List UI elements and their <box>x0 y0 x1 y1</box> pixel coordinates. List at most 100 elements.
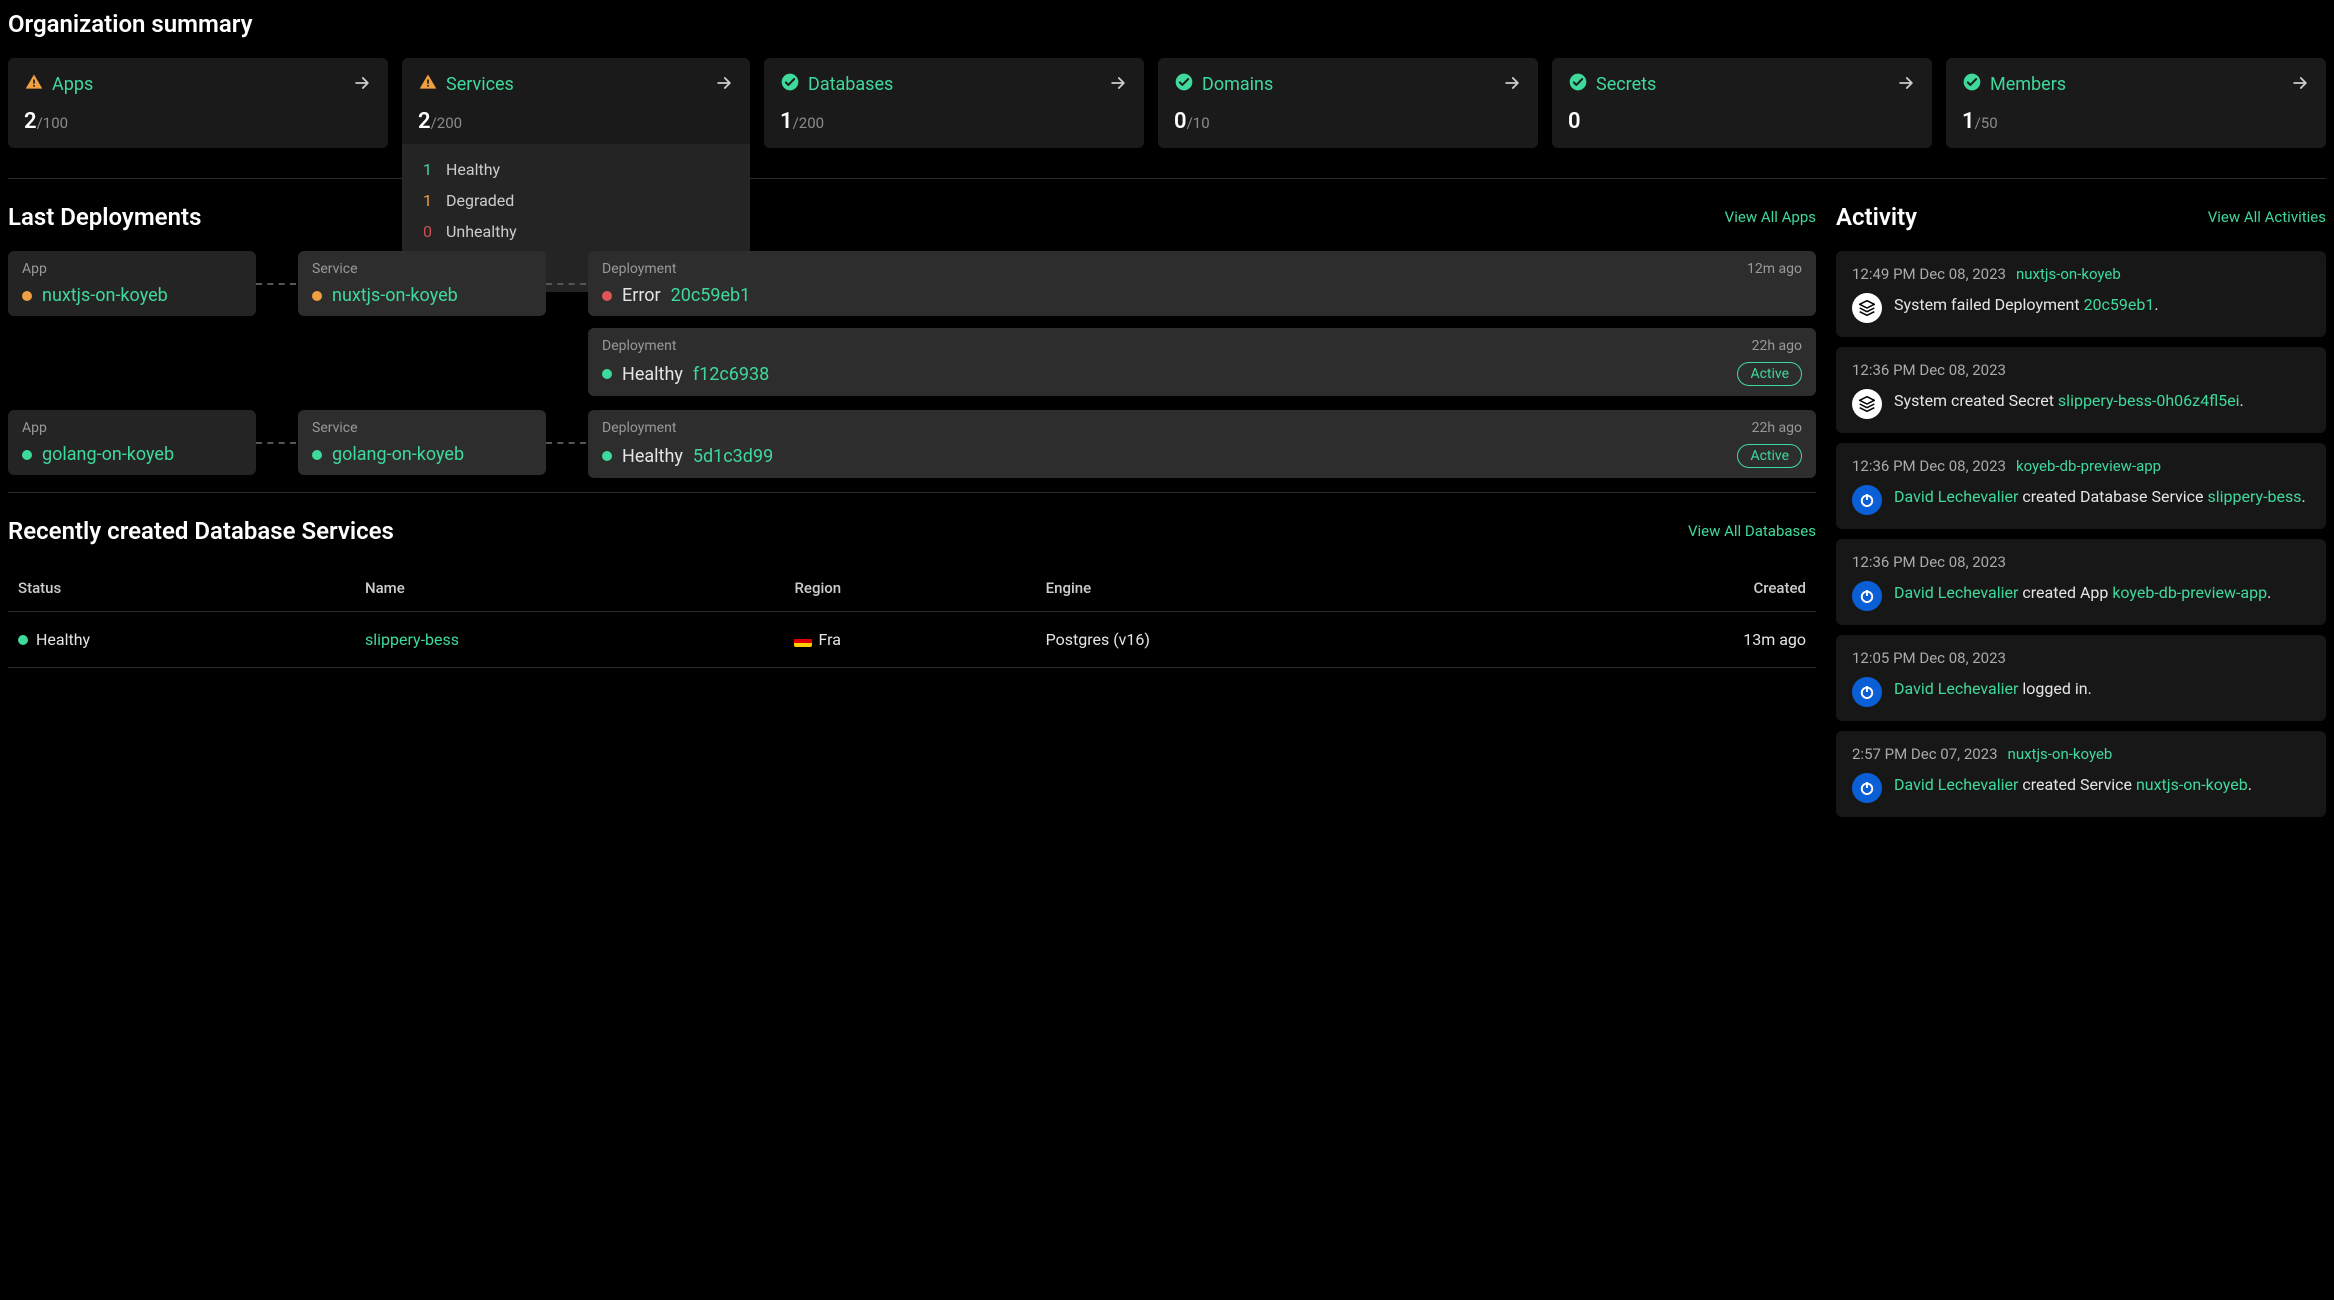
summary-count: 2 <box>24 109 37 134</box>
activity-context-link[interactable]: nuxtjs-on-koyeb <box>2016 265 2121 283</box>
dropdown-row-unhealthy[interactable]: 0Unhealthy <box>418 216 734 247</box>
deployment-id-link[interactable]: 5d1c3d99 <box>693 446 773 467</box>
deployment-state: Error <box>622 285 661 306</box>
check-circle-icon <box>780 72 800 97</box>
summary-card-label: Members <box>1990 74 2066 95</box>
activity-link[interactable]: koyeb-db-preview-app <box>2112 583 2267 602</box>
app-card[interactable]: App nuxtjs-on-koyeb <box>8 251 256 316</box>
view-all-activities-link[interactable]: View All Activities <box>2208 208 2326 226</box>
page-title: Organization summary <box>8 10 2326 38</box>
summary-count: 0 <box>1568 109 1581 134</box>
summary-card-databases[interactable]: Databases 1/200 <box>764 58 1144 148</box>
activity-timestamp: 2:57 PM Dec 07, 2023 <box>1852 745 1998 763</box>
status-dot-icon <box>312 291 322 301</box>
status-dot-icon <box>602 291 612 301</box>
activity-link[interactable]: 20c59eb1 <box>2084 295 2155 314</box>
activity-timestamp: 12:36 PM Dec 08, 2023 <box>1852 553 2006 571</box>
deployment-id-link[interactable]: f12c6938 <box>693 364 769 385</box>
flag-de-icon <box>794 635 812 647</box>
deployment-card[interactable]: Deployment22h ago Healthy5d1c3d99 Active <box>588 410 1816 478</box>
activity-timestamp: 12:36 PM Dec 08, 2023 <box>1852 361 2006 379</box>
summary-card-members[interactable]: Members 1/50 <box>1946 58 2326 148</box>
activity-link[interactable]: nuxtjs-on-koyeb <box>2136 775 2248 794</box>
summary-limit: /100 <box>37 114 68 132</box>
activity-text: David Lechevalier created App koyeb-db-p… <box>1894 581 2310 605</box>
arrow-right-icon <box>1108 73 1128 97</box>
summary-limit: /200 <box>793 114 824 132</box>
activity-text: David Lechevalier logged in. <box>1894 677 2310 701</box>
app-card[interactable]: App golang-on-koyeb <box>8 410 256 475</box>
card-label: Deployment <box>602 261 676 277</box>
table-row[interactable]: Healthy slippery-bess Fra Postgres (v16)… <box>8 612 1816 668</box>
arrow-right-icon <box>1502 73 1522 97</box>
service-name-link[interactable]: nuxtjs-on-koyeb <box>332 285 458 306</box>
activity-link[interactable]: slippery-bess-0h06z4fl5ei <box>2058 391 2240 410</box>
connector-line <box>256 283 296 285</box>
view-all-databases-link[interactable]: View All Databases <box>1688 522 1816 540</box>
summary-limit: /200 <box>431 114 462 132</box>
active-badge: Active <box>1737 444 1802 468</box>
arrow-right-icon <box>1896 73 1916 97</box>
card-label: App <box>22 261 242 277</box>
card-label: App <box>22 420 242 436</box>
summary-card-domains[interactable]: Domains 0/10 <box>1158 58 1538 148</box>
table-header-engine: Engine <box>1036 565 1504 612</box>
app-name-link[interactable]: golang-on-koyeb <box>42 444 174 465</box>
dropdown-row-degraded[interactable]: 1Degraded <box>418 185 734 216</box>
activity-user-link[interactable]: David Lechevalier <box>1894 679 2018 698</box>
section-title-deployments: Last Deployments <box>8 203 201 231</box>
deployment-id-link[interactable]: 20c59eb1 <box>671 285 751 306</box>
user-avatar-icon <box>1852 581 1882 611</box>
activity-item[interactable]: 12:36 PM Dec 08, 2023koyeb-db-preview-ap… <box>1836 443 2326 529</box>
summary-card-services[interactable]: Services 2/200 <box>402 58 750 148</box>
activity-item[interactable]: 12:36 PM Dec 08, 2023System created Secr… <box>1836 347 2326 433</box>
activity-list: 12:49 PM Dec 08, 2023nuxtjs-on-koyebSyst… <box>1836 251 2326 817</box>
db-engine: Postgres (v16) <box>1036 612 1504 668</box>
activity-item[interactable]: 12:36 PM Dec 08, 2023 David Lechevalier c… <box>1836 539 2326 625</box>
activity-context-link[interactable]: nuxtjs-on-koyeb <box>2008 745 2113 763</box>
user-avatar-icon <box>1852 773 1882 803</box>
activity-user-link[interactable]: David Lechevalier <box>1894 583 2018 602</box>
deployment-card[interactable]: Deployment12m ago Error20c59eb1 <box>588 251 1816 316</box>
status-dot-icon <box>312 450 322 460</box>
summary-cards: Apps 2/100 Services 2/200 1Healthy 1Degr… <box>8 58 2326 148</box>
status-dot-icon <box>602 369 612 379</box>
activity-user-link[interactable]: David Lechevalier <box>1894 487 2018 506</box>
summary-limit: /50 <box>1975 114 1998 132</box>
arrow-right-icon <box>714 73 734 97</box>
db-name-link[interactable]: slippery-bess <box>365 630 459 649</box>
app-name-link[interactable]: nuxtjs-on-koyeb <box>42 285 168 306</box>
activity-user-link[interactable]: David Lechevalier <box>1894 775 2018 794</box>
service-card[interactable]: Service nuxtjs-on-koyeb <box>298 251 546 316</box>
activity-link[interactable]: slippery-bess <box>2208 487 2302 506</box>
service-card[interactable]: Service golang-on-koyeb <box>298 410 546 475</box>
activity-context-link[interactable]: koyeb-db-preview-app <box>2016 457 2161 475</box>
activity-item[interactable]: 12:49 PM Dec 08, 2023nuxtjs-on-koyebSyst… <box>1836 251 2326 337</box>
status-dot-icon <box>18 635 28 645</box>
divider <box>8 178 2326 179</box>
active-badge: Active <box>1737 362 1802 386</box>
db-status: Healthy <box>36 630 90 649</box>
db-region: Fra <box>818 630 840 649</box>
dropdown-row-healthy[interactable]: 1Healthy <box>418 154 734 185</box>
service-name-link[interactable]: golang-on-koyeb <box>332 444 464 465</box>
arrow-right-icon <box>2290 73 2310 97</box>
view-all-apps-link[interactable]: View All Apps <box>1725 208 1816 226</box>
summary-card-label: Databases <box>808 74 893 95</box>
activity-item[interactable]: 12:05 PM Dec 08, 2023David Lechevalier l… <box>1836 635 2326 721</box>
check-circle-icon <box>1568 72 1588 97</box>
activity-timestamp: 12:49 PM Dec 08, 2023 <box>1852 265 2006 283</box>
user-avatar-icon <box>1852 677 1882 707</box>
summary-card-secrets[interactable]: Secrets 0 <box>1552 58 1932 148</box>
activity-text: David Lechevalier created Service nuxtjs… <box>1894 773 2310 797</box>
section-title-databases: Recently created Database Services <box>8 517 394 545</box>
deployment-card[interactable]: Deployment22h ago Healthyf12c6938 Active <box>588 328 1816 396</box>
summary-card-apps[interactable]: Apps 2/100 <box>8 58 388 148</box>
summary-count: 2 <box>418 109 431 134</box>
deployment-age: 22h ago <box>1752 338 1802 354</box>
summary-count: 1 <box>780 109 793 134</box>
activity-item[interactable]: 2:57 PM Dec 07, 2023nuxtjs-on-koyebDavid… <box>1836 731 2326 817</box>
check-circle-icon <box>1174 72 1194 97</box>
deployment-row: App golang-on-koyeb Service golang-on-ko… <box>8 410 1816 478</box>
summary-card-label: Services <box>446 74 514 95</box>
